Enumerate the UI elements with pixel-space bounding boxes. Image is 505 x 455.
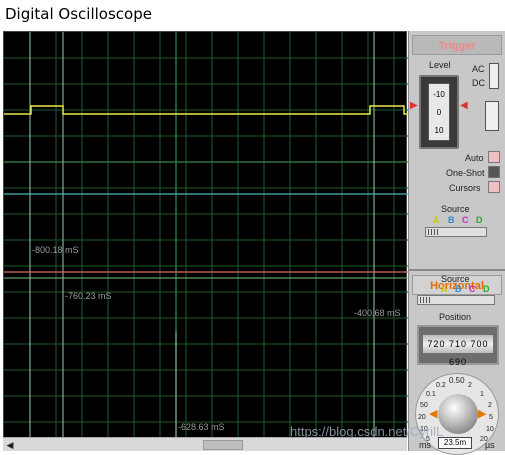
dial-tick-3: 50 (420, 402, 428, 409)
knob-arrow-left-icon: ◀ (429, 408, 438, 420)
trigger-source-c[interactable]: C (462, 215, 469, 225)
horizontal-source-label: Source (441, 274, 470, 284)
timebase-knob[interactable]: ◀ ▶ (429, 394, 486, 434)
dial-tick-11: 10 (486, 426, 494, 433)
cursors-button[interactable] (488, 181, 500, 193)
trigger-source-a[interactable]: A (433, 215, 440, 225)
section-divider (409, 269, 505, 271)
trigger-source-b[interactable]: B (448, 215, 455, 225)
dc-label: DC (472, 78, 485, 88)
level-knob[interactable]: -10 0 10 (419, 75, 459, 149)
position-label: Position (439, 312, 472, 322)
cursor-label-3: -400.68 mS (354, 308, 401, 318)
edge-switch[interactable] (485, 101, 499, 131)
level-tick-pos: 10 (434, 126, 444, 135)
level-tick-zero: 0 (436, 108, 442, 117)
level-tick-neg: -10 (433, 90, 445, 99)
unit-ms-label: ms (419, 440, 431, 450)
scope-display[interactable]: -800.18 mS -760.23 mS -400.68 mS -628.63… (3, 31, 408, 451)
horizontal-scrollbar[interactable]: ◀ (3, 437, 407, 451)
unit-us-label: µs (485, 440, 495, 450)
cursors-label: Cursors (449, 183, 481, 193)
ac-label: AC (472, 64, 485, 74)
oneshot-label: One-Shot (446, 168, 485, 178)
title-bar: Digital Oscilloscope (0, 0, 505, 30)
cursor-label-1: -800.18 mS (32, 245, 79, 255)
dial-tick-9: 2 (488, 402, 492, 409)
auto-label: Auto (465, 153, 484, 163)
window-title: Digital Oscilloscope (5, 5, 152, 23)
auto-button[interactable] (488, 151, 500, 163)
knob-arrow-right-icon: ▶ (478, 408, 487, 420)
dial-tick-4: 20 (418, 414, 426, 421)
cursor-label-2: -760.23 mS (65, 291, 112, 301)
dial-tick-10: 5 (489, 414, 493, 421)
dial-tick-7: 2 (468, 382, 472, 389)
control-panel: Trigger Level -10 0 10 ▶ ◀ AC DC Auto On… (408, 31, 505, 455)
dial-tick-2: 0.1 (426, 391, 436, 398)
horizontal-source-d[interactable]: D (483, 284, 490, 294)
watermark: https://blog.csdn.net/CyrilL (290, 424, 444, 439)
position-scale: 720 710 700 690 (423, 335, 493, 367)
trigger-title: Trigger (412, 35, 502, 55)
horizontal-source-b[interactable]: B (455, 284, 462, 294)
level-marker-right-icon: ◀ (460, 100, 468, 111)
dial-top-label: 0.50 (449, 376, 465, 385)
horizontal-source-slider[interactable] (417, 295, 495, 305)
dial-tick-8: 1 (480, 391, 484, 398)
level-marker-left-icon: ▶ (410, 100, 418, 111)
trigger-source-slider[interactable] (425, 227, 487, 237)
level-label: Level (429, 60, 451, 70)
horizontal-source-a[interactable]: A (441, 284, 448, 294)
cursor-label-4: -628.63 mS (178, 422, 225, 432)
trigger-source-label: Source (441, 204, 470, 214)
oneshot-button[interactable] (488, 166, 500, 178)
dial-tick-1: 0.2 (436, 382, 446, 389)
scope-screen: -800.18 mS -760.23 mS -400.68 mS -628.63… (4, 32, 408, 438)
scroll-left-arrow-icon[interactable]: ◀ (4, 439, 16, 451)
horizontal-source-c[interactable]: C (469, 284, 476, 294)
scroll-thumb[interactable] (203, 440, 243, 450)
position-knob[interactable]: 720 710 700 690 (417, 325, 499, 367)
ac-dc-switch[interactable] (489, 63, 499, 89)
trigger-source-d[interactable]: D (476, 215, 483, 225)
